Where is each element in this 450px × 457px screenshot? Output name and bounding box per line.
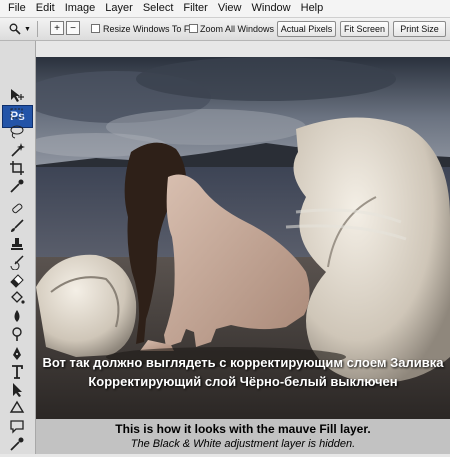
tool-preset-picker[interactable]: ▼ (8, 21, 31, 37)
path-selection-icon (13, 383, 22, 397)
eraser-tool[interactable] (9, 272, 29, 290)
crop-icon (10, 161, 24, 175)
history-brush-icon (10, 255, 24, 271)
caption-ru-line-1: Вот так должно выглядеть с корректирующи… (42, 355, 444, 370)
move-tool[interactable] (9, 88, 29, 106)
brush-tool[interactable] (9, 218, 29, 236)
menu-image[interactable]: Image (60, 0, 101, 17)
zoom-all-label: Zoom All Windows (200, 24, 275, 34)
notes-tool[interactable] (9, 418, 29, 436)
marquee-icon (10, 108, 23, 119)
resize-windows-checkbox[interactable] (91, 24, 100, 33)
brush-icon (11, 219, 24, 232)
menu-select[interactable]: Select (138, 0, 179, 17)
eyedropper-2-tool[interactable] (9, 436, 29, 454)
actual-pixels-button[interactable]: Actual Pixels (277, 21, 336, 37)
blur-icon (14, 310, 20, 322)
eyedropper-2-icon (10, 437, 24, 451)
pen-icon (13, 347, 21, 360)
paint-bucket-icon (11, 291, 25, 304)
caption-ru-line-2: Корректирующий слой Чёрно-белый выключен (88, 374, 398, 389)
type-tool[interactable] (9, 364, 29, 382)
options-bar: ▼ + − Resize Windows To Fit Zoom All Win… (0, 18, 450, 41)
crop-tool[interactable] (9, 160, 29, 178)
menu-bar: File Edit Image Layer Select Filter View… (0, 0, 450, 18)
dodge-icon (12, 327, 22, 341)
blur-tool[interactable] (9, 308, 29, 326)
chevron-down-icon: ▼ (24, 26, 31, 33)
move-icon (11, 89, 24, 102)
menu-view[interactable]: View (213, 0, 247, 17)
eraser-icon (10, 274, 24, 288)
healing-brush-icon (12, 203, 23, 214)
type-icon (12, 365, 23, 379)
menu-filter[interactable]: Filter (178, 0, 212, 17)
notes-icon (10, 420, 24, 434)
eyedropper-icon (10, 179, 24, 193)
menu-edit[interactable]: Edit (31, 0, 60, 17)
caption-russian: Вот так должно выглядеть с корректирующи… (38, 353, 448, 391)
magic-wand-icon (11, 143, 25, 157)
shape-icon (9, 400, 25, 413)
resize-windows-label: Resize Windows To Fit (103, 24, 194, 34)
toolbox: Ps (0, 41, 36, 454)
menu-help[interactable]: Help (296, 0, 329, 17)
zoom-magnifier-icon (9, 23, 21, 35)
eyedropper-tool[interactable] (9, 178, 29, 196)
canvas-image (36, 57, 450, 422)
caption-en-line-2: The Black & White adjustment layer is hi… (130, 438, 356, 450)
caption-english-bar: This is how it looks with the mauve Fill… (36, 419, 450, 454)
menu-layer[interactable]: Layer (100, 0, 138, 17)
separator (37, 21, 38, 37)
paint-bucket-tool[interactable] (9, 290, 29, 308)
marquee-tool[interactable] (9, 106, 29, 124)
zoom-all-checkbox[interactable] (189, 24, 198, 33)
document-canvas[interactable]: Вот так должно выглядеть с корректирующи… (36, 57, 450, 454)
shape-tool[interactable] (9, 400, 29, 418)
dodge-tool[interactable] (9, 326, 29, 344)
healing-brush-tool[interactable] (9, 200, 29, 218)
path-selection-tool[interactable] (9, 382, 29, 400)
pen-tool[interactable] (9, 346, 29, 364)
zoom-out-button[interactable]: − (66, 21, 80, 35)
zoom-in-button[interactable]: + (50, 21, 64, 35)
clone-stamp-tool[interactable] (9, 236, 29, 254)
history-brush-tool[interactable] (9, 254, 29, 272)
fit-screen-button[interactable]: Fit Screen (340, 21, 389, 37)
clone-stamp-icon (11, 238, 23, 250)
menu-window[interactable]: Window (247, 0, 296, 17)
lasso-tool[interactable] (9, 124, 29, 142)
magic-wand-tool[interactable] (9, 142, 29, 160)
lasso-icon (10, 125, 24, 139)
print-size-button[interactable]: Print Size (393, 21, 446, 37)
caption-en-line-1: This is how it looks with the mauve Fill… (115, 422, 371, 436)
menu-file[interactable]: File (0, 0, 31, 17)
